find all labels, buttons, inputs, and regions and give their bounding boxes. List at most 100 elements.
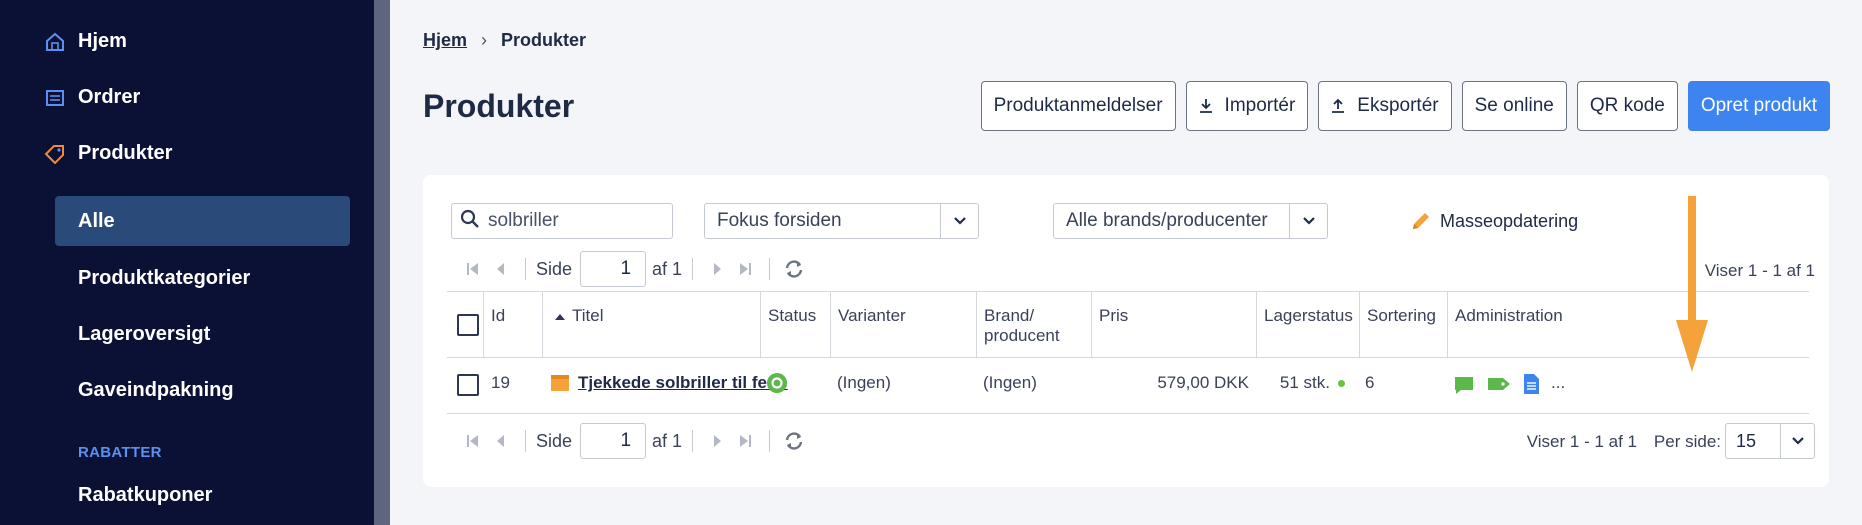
comment-icon[interactable] [1453, 374, 1475, 401]
last-page-icon[interactable] [731, 433, 759, 449]
per-page-label: Per side: [1653, 432, 1721, 451]
chevron-down-icon [1780, 424, 1814, 458]
select-value: Alle brands/producenter [1066, 210, 1268, 231]
row-brand: (Ingen) [983, 373, 1037, 392]
breadcrumb-current: Produkter [501, 30, 587, 50]
pager-top: Side 1 af 1 [459, 251, 808, 287]
product-reviews-button[interactable]: Produktanmeldelser [980, 81, 1176, 131]
page-number-input[interactable]: 1 [580, 251, 647, 287]
table-header: Id Titel Status Varianter Brand/producen… [447, 291, 1809, 358]
sidebar-item-label: Gaveindpakning [78, 378, 234, 401]
view-online-button[interactable]: Se online [1461, 81, 1567, 131]
sidebar-item-stock-overview[interactable]: Lageroversigt [55, 309, 350, 359]
column-sort[interactable]: Sortering [1359, 292, 1447, 358]
column-label: Titel [572, 306, 604, 325]
column-id[interactable]: Id [483, 292, 542, 358]
first-page-icon[interactable] [459, 261, 487, 277]
page-number-input[interactable]: 1 [580, 423, 647, 459]
nav-item-home[interactable]: Hjem [44, 30, 127, 53]
row-price: 579,00 DKK [1157, 373, 1249, 392]
column-label: Brand/producent [984, 306, 1060, 345]
create-product-button[interactable]: Opret produkt [1687, 81, 1830, 131]
focus-select[interactable]: Fokus forsiden [704, 203, 979, 239]
pager-bottom: Side 1 af 1 [459, 423, 808, 459]
nav-label: Hjem [78, 30, 127, 52]
select-value: Fokus forsiden [717, 210, 842, 231]
search-value: solbriller [488, 210, 559, 231]
search-icon [460, 209, 480, 234]
sidebar: Hjem Ordrer Produkter Alle Produktkatego… [0, 0, 374, 525]
column-variants[interactable]: Varianter [830, 292, 976, 358]
tag-icon[interactable] [1487, 376, 1511, 397]
pager-divider [692, 258, 694, 280]
sidebar-item-categories[interactable]: Produktkategorier [55, 253, 350, 303]
orders-icon [44, 87, 66, 109]
column-brand[interactable]: Brand/producent [976, 292, 1091, 358]
action-bar: Produktanmeldelser Importér Eksportér Se… [980, 81, 1830, 131]
chevron-down-icon [1289, 204, 1327, 238]
sidebar-section-title: RABATTER [78, 444, 162, 461]
document-copy-icon[interactable] [1522, 373, 1542, 400]
last-page-icon[interactable] [731, 261, 759, 277]
pager-divider [769, 258, 771, 280]
sidebar-item-label: Rabatkuponer [78, 483, 213, 506]
column-stock[interactable]: Lagerstatus [1256, 292, 1359, 358]
per-page-value: 15 [1736, 430, 1757, 451]
pencil-icon [1410, 210, 1432, 232]
mass-update-label: Masseopdatering [1440, 210, 1579, 231]
column-price[interactable]: Pris [1091, 292, 1256, 358]
sort-ascending-icon [554, 307, 566, 327]
products-panel: solbriller Fokus forsiden Alle brands/pr… [423, 175, 1829, 487]
sidebar-divider [374, 0, 390, 525]
column-title[interactable]: Titel [542, 292, 760, 358]
per-page-select[interactable]: 15 [1725, 423, 1815, 459]
product-image-icon [550, 372, 570, 397]
column-status[interactable]: Status [760, 292, 830, 358]
select-all-checkbox[interactable] [457, 314, 479, 336]
nav-item-products[interactable]: Produkter [44, 142, 172, 165]
sidebar-item-label: Lageroversigt [78, 322, 211, 345]
pager-info-top: Viser 1 - 1 af 1 [1704, 261, 1815, 280]
nav-label: Ordrer [78, 86, 141, 108]
next-page-icon[interactable] [703, 261, 731, 277]
refresh-icon[interactable] [780, 430, 808, 452]
page-count: af 1 [652, 430, 683, 451]
row-checkbox[interactable] [457, 374, 479, 396]
button-label: Eksportér [1357, 95, 1439, 116]
prev-page-icon[interactable] [487, 433, 515, 449]
refresh-icon[interactable] [780, 258, 808, 280]
page-label: Side [536, 258, 573, 279]
chevron-down-icon [940, 204, 978, 238]
export-button[interactable]: Eksportér [1318, 81, 1452, 131]
next-page-icon[interactable] [703, 433, 731, 449]
product-title-link[interactable]: Tjekkede solbriller til ferie [578, 373, 788, 392]
pager-info-bottom: Viser 1 - 1 af 1 [1526, 432, 1637, 451]
table-row: 19 Tjekkede solbriller til ferie (Ingen)… [447, 358, 1809, 414]
button-label: Produktanmeldelser [993, 95, 1163, 116]
mass-update-link[interactable]: Masseopdatering [1410, 210, 1578, 232]
sidebar-item-all[interactable]: Alle [55, 196, 350, 246]
qr-code-button[interactable]: QR kode [1576, 81, 1678, 131]
button-label: QR kode [1589, 95, 1665, 116]
upload-icon [1331, 98, 1345, 114]
search-input[interactable]: solbriller [451, 203, 673, 239]
chevron-right-icon: › [481, 30, 488, 50]
status-active-icon[interactable] [766, 372, 788, 399]
prev-page-icon[interactable] [487, 261, 515, 277]
nav-item-orders[interactable]: Ordrer [44, 86, 140, 109]
button-label: Se online [1474, 95, 1554, 116]
breadcrumb-home-link[interactable]: Hjem [423, 30, 467, 51]
page-count: af 1 [652, 258, 683, 279]
row-variants: (Ingen) [837, 373, 891, 392]
stock-status-dot [1338, 380, 1345, 388]
column-admin: Administration [1447, 292, 1587, 358]
sidebar-item-coupons[interactable]: Rabatkuponer [55, 470, 350, 520]
more-actions[interactable]: ... [1551, 373, 1565, 393]
sidebar-item-gift-wrapping[interactable]: Gaveindpakning [55, 365, 350, 415]
tag-icon [44, 143, 66, 165]
brand-select[interactable]: Alle brands/producenter [1053, 203, 1328, 239]
home-icon [44, 31, 66, 53]
import-button[interactable]: Importér [1185, 81, 1309, 131]
annotation-arrow [1674, 196, 1710, 377]
first-page-icon[interactable] [459, 433, 487, 449]
